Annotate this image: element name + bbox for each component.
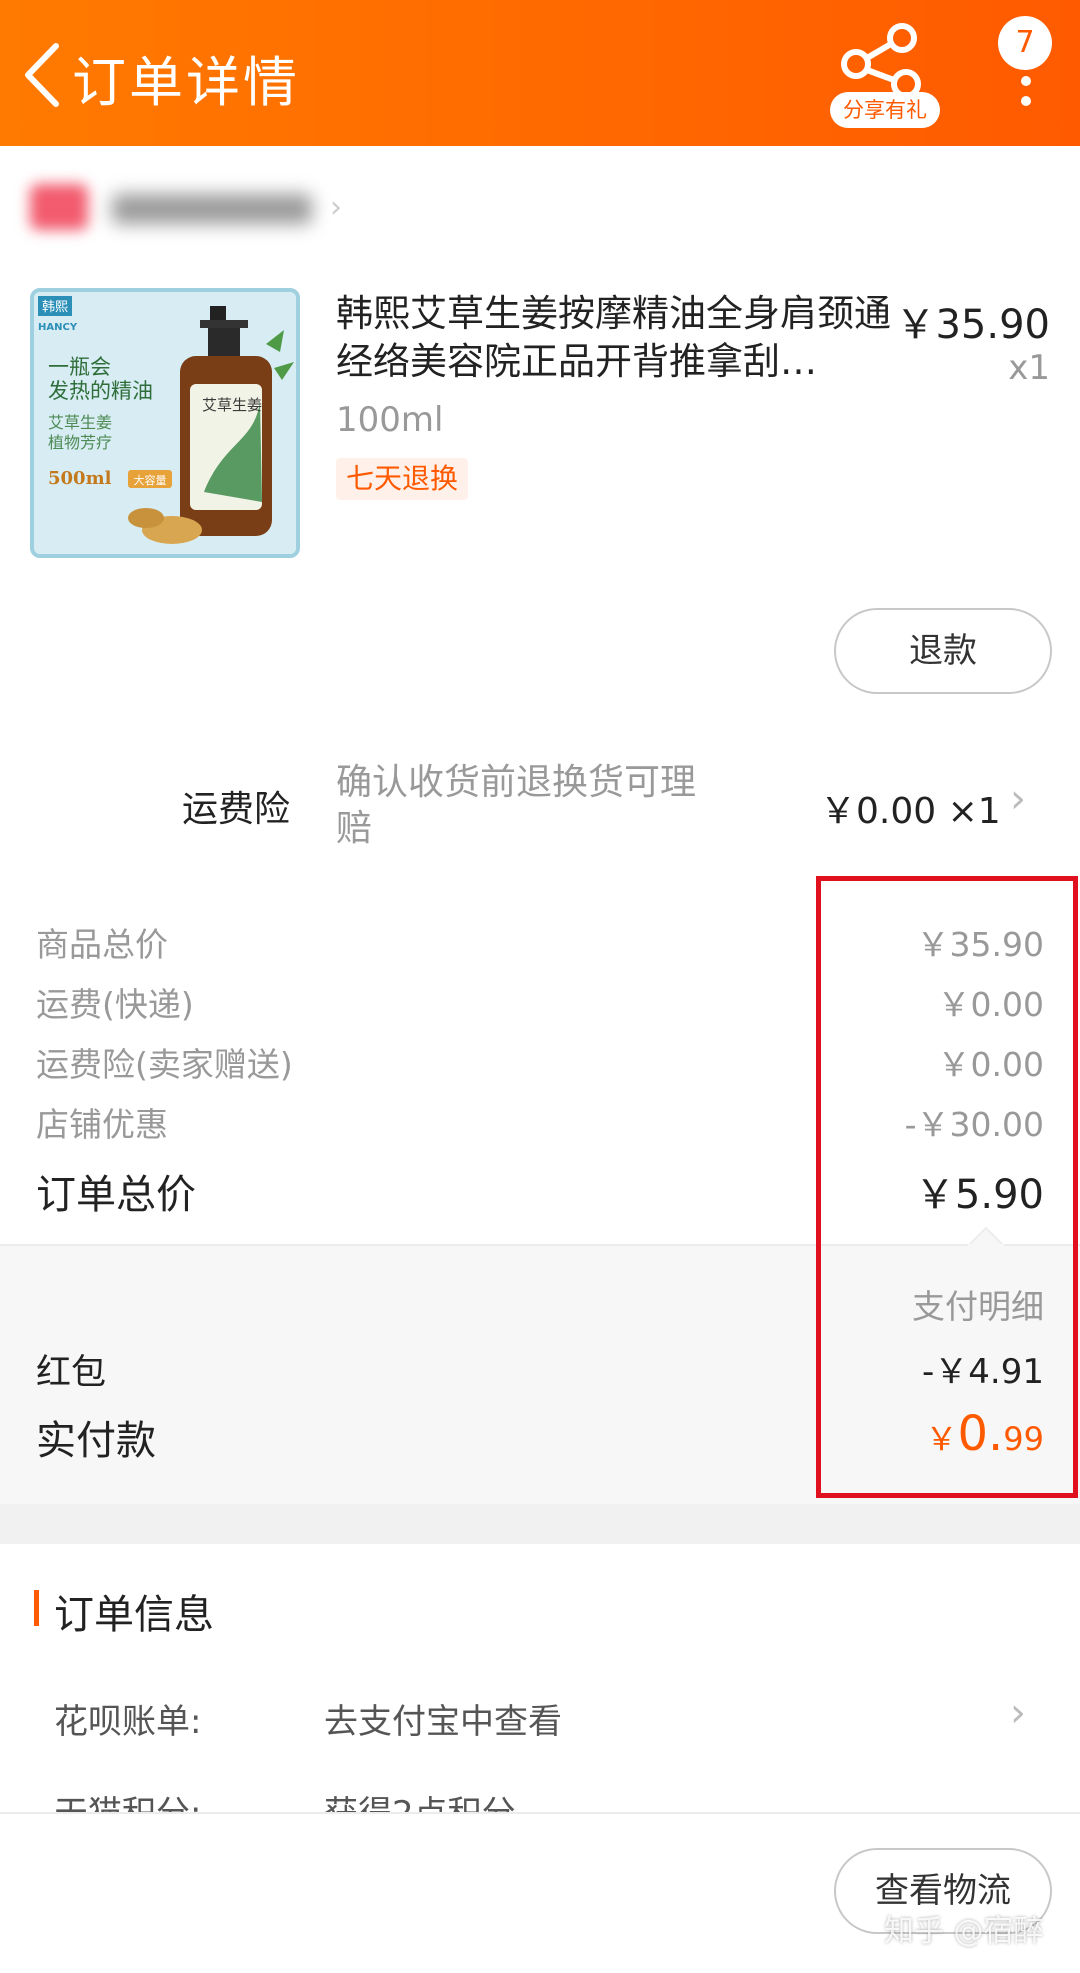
order-info-title: 订单信息 [54, 1592, 214, 1638]
shop-link[interactable]: › [30, 180, 350, 236]
product-image[interactable]: 韩熙 HANCY 一瓶会 发热的精油 艾草生姜 植物芳疗 500ml 大容量 艾… [30, 288, 300, 558]
promo-line-4: 植物芳疗 [48, 433, 112, 452]
shop-name [112, 194, 312, 224]
shipping-insurance-label: 运费险 [182, 789, 291, 830]
amount-paid-label: 实付款 [36, 1418, 156, 1464]
section-accent-bar [34, 1590, 39, 1626]
chevron-right-icon: › [330, 190, 342, 225]
back-button[interactable] [18, 40, 68, 110]
bottle-label: 艾草生姜 [202, 396, 262, 414]
share-button[interactable]: 分享有礼 [830, 22, 940, 128]
promo-line-3: 艾草生姜 [48, 413, 112, 432]
more-menu-button[interactable]: 7 [990, 16, 1062, 106]
size-tag: 大容量 [134, 473, 167, 487]
order-total-label: 订单总价 [36, 1172, 196, 1218]
share-icon [841, 23, 921, 98]
watermark-text: 知乎 @宿醉 [884, 1914, 1044, 1949]
summary-label: 运费险(卖家赠送) [36, 1045, 293, 1084]
page-title: 订单详情 [72, 51, 300, 114]
promo-line-2: 发热的精油 [48, 379, 153, 403]
promo-line-1: 一瓶会 [48, 355, 111, 379]
return-policy-tag: 七天退换 [336, 458, 469, 500]
chevron-left-icon [25, 43, 59, 107]
share-label: 分享有礼 [830, 92, 940, 128]
notification-badge: 7 [998, 16, 1052, 70]
summary-label: 店铺优惠 [36, 1105, 168, 1144]
more-dot-icon [1021, 76, 1031, 86]
red-packet-label: 红包 [36, 1353, 107, 1393]
brand-en-text: HANCY [38, 322, 78, 333]
product-quantity: x1 [1008, 348, 1050, 388]
shop-logo [30, 184, 88, 230]
shipping-insurance-desc: 确认收货前退换货可理赔 [336, 762, 697, 849]
chevron-right-icon[interactable]: › [1010, 776, 1026, 822]
product-photo: 韩熙 HANCY 一瓶会 发热的精油 艾草生姜 植物芳疗 500ml 大容量 艾… [34, 292, 296, 554]
product-price: ￥35.90 [895, 302, 1050, 348]
more-dot-icon [1021, 96, 1031, 106]
section-divider [0, 1504, 1080, 1544]
shipping-insurance-price: ￥0.00 ×1 [820, 791, 1001, 832]
brand-logo-text: 韩熙 [42, 300, 68, 315]
refund-button[interactable]: 退款 [834, 608, 1052, 694]
product-title[interactable]: 韩熙艾草生姜按摩精油全身肩颈通经络美容院正品开背推拿刮… [336, 290, 896, 386]
product-spec: 100ml [336, 400, 444, 440]
chevron-right-icon[interactable]: › [1010, 1690, 1026, 1736]
summary-label: 商品总价 [36, 925, 168, 964]
huabei-bill-link[interactable]: 去支付宝中查看 [324, 1694, 562, 1743]
summary-label: 运费(快递) [36, 985, 194, 1024]
highlight-annotation-box [816, 876, 1078, 1498]
huabei-bill-label: 花呗账单: [54, 1702, 202, 1742]
volume-label: 500ml [48, 468, 112, 489]
top-nav-bar: 订单详情 分享有礼 7 [0, 0, 1080, 146]
